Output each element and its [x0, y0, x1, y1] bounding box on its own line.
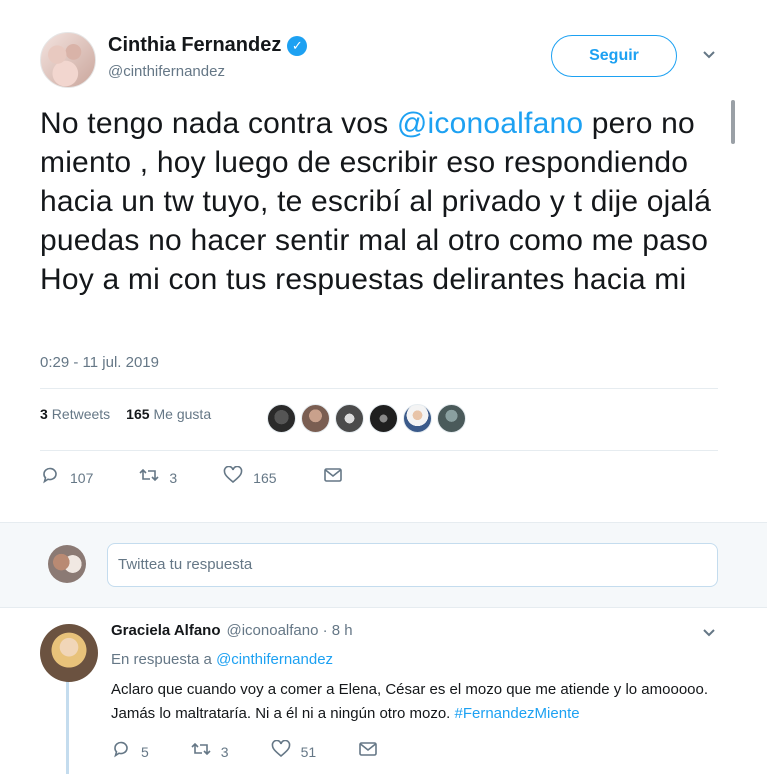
reply-count: 107 [70, 469, 94, 486]
reply-composer: Twittea tu respuesta [0, 522, 767, 608]
liker-avatar[interactable] [335, 404, 364, 433]
like-action[interactable]: 165 [223, 465, 277, 489]
tweet-mention-link[interactable]: @iconoalfano [397, 107, 583, 140]
chevron-down-icon[interactable] [698, 46, 720, 68]
scrollbar[interactable] [731, 100, 735, 144]
reply-actions: 5 3 51 [111, 739, 430, 763]
like-count: 51 [300, 743, 317, 760]
chevron-down-icon[interactable] [698, 624, 720, 645]
reply-action[interactable]: 107 [40, 466, 93, 489]
retweet-icon [139, 467, 159, 488]
like-action[interactable]: 51 [271, 739, 317, 763]
message-icon [323, 467, 343, 488]
author-display-name[interactable]: Cinthia Fernandez [108, 34, 281, 57]
retweet-action[interactable]: 3 [191, 741, 229, 762]
retweet-count: 3 [220, 743, 229, 760]
thread-line [66, 678, 69, 774]
author-avatar[interactable] [40, 32, 96, 88]
current-user-avatar [48, 545, 86, 583]
liker-avatar[interactable] [369, 404, 398, 433]
reply-action[interactable]: 5 [111, 740, 149, 763]
reply-count: 5 [141, 743, 149, 760]
reply-tweet[interactable]: Graciela Alfano @iconoalfano · 8 h En re… [0, 608, 767, 774]
tweet-actions: 107 3 165 [40, 465, 399, 489]
reply-icon [40, 466, 60, 489]
liker-avatar[interactable] [437, 404, 466, 433]
like-count: 165 [253, 469, 277, 486]
retweet-action[interactable]: 3 [139, 467, 177, 488]
liker-avatar[interactable] [267, 404, 296, 433]
tweet-stats: 3 Retweets 165 Me gusta [40, 406, 227, 422]
retweet-count: 3 [169, 469, 178, 486]
likes-count: 165 [126, 406, 150, 422]
liker-avatar[interactable] [301, 404, 330, 433]
likes-label: Me gusta [153, 406, 212, 422]
retweet-icon [191, 741, 211, 762]
author-handle[interactable]: @cinthifernandez [108, 63, 225, 80]
reply-text-body: Aclaro que cuando voy a comer a Elena, C… [111, 681, 709, 722]
tweet-timestamp[interactable]: 0:29 - 11 jul. 2019 [40, 354, 159, 371]
in-reply-prefix: En respuesta a [111, 651, 217, 668]
author-name-row: Cinthia Fernandez ✓ [108, 34, 308, 57]
reply-text: Aclaro que cuando voy a comer a Elena, C… [111, 678, 731, 726]
message-action[interactable] [358, 741, 388, 762]
verified-badge-icon: ✓ [287, 35, 308, 56]
in-reply-mention-link[interactable]: @cinthifernandez [216, 651, 333, 668]
hashtag-link[interactable]: #FernandezMiente [455, 705, 580, 722]
reply-author-name[interactable]: Graciela Alfano [111, 622, 220, 639]
tweet-text-before: No tengo nada contra vos [40, 107, 397, 140]
heart-icon [223, 465, 243, 489]
main-tweet: Cinthia Fernandez ✓ @cinthifernandez Seg… [0, 0, 767, 522]
reply-input[interactable]: Twittea tu respuesta [107, 543, 718, 587]
in-reply-to: En respuesta a @cinthifernandez [111, 651, 333, 668]
message-icon [358, 741, 378, 762]
divider [40, 450, 718, 451]
follow-button[interactable]: Seguir [551, 35, 677, 77]
message-action[interactable] [323, 467, 353, 488]
retweets-stat[interactable]: 3 Retweets [40, 406, 110, 422]
retweets-count: 3 [40, 406, 48, 422]
tweet-text: No tengo nada contra vos @iconoalfano pe… [40, 104, 740, 299]
reply-icon [111, 740, 131, 763]
liker-avatar[interactable] [403, 404, 432, 433]
reply-author-handle-time[interactable]: @iconoalfano · 8 h [226, 622, 352, 639]
liker-avatars [267, 404, 466, 433]
reply-author-avatar[interactable] [40, 624, 98, 682]
reply-author-row: Graciela Alfano @iconoalfano · 8 h [111, 622, 353, 639]
likes-stat[interactable]: 165 Me gusta [126, 406, 211, 422]
divider [40, 388, 718, 389]
heart-icon [271, 739, 291, 763]
retweets-label: Retweets [51, 406, 111, 422]
